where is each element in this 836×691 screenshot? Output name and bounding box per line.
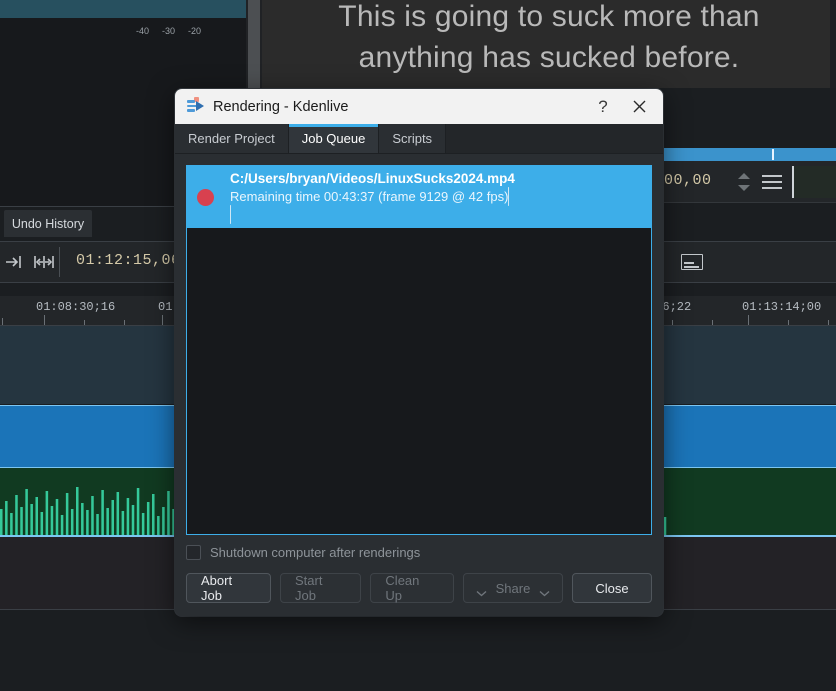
- monitor-scrub-bar[interactable]: [664, 148, 836, 161]
- abort-job-button[interactable]: Abort Job: [186, 573, 271, 603]
- chevron-down-icon-right: [539, 585, 550, 596]
- tabbar-filler: [446, 124, 663, 153]
- job-status-text: Remaining time 00:43:37 (frame 9129 @ 42…: [230, 189, 509, 204]
- ruler-tick: [712, 320, 713, 325]
- undo-history-tab[interactable]: Undo History: [4, 210, 92, 237]
- shutdown-checkbox[interactable]: [186, 545, 201, 560]
- monitor-subtitle-line-1: This is going to suck more than: [338, 0, 760, 33]
- tab-render-project[interactable]: Render Project: [175, 124, 289, 153]
- rendering-dialog: Rendering - Kdenlive ? Render Project Jo…: [175, 89, 663, 616]
- clean-up-button[interactable]: Clean Up: [370, 573, 454, 603]
- shutdown-checkbox-row[interactable]: Shutdown computer after renderings: [186, 545, 652, 560]
- kdenlive-icon: [187, 97, 204, 114]
- ruler-tick: [828, 320, 829, 325]
- monitor-right-edge: [830, 0, 836, 88]
- record-red-dot-icon: [197, 188, 214, 206]
- monitor-toolbar: 00,00: [664, 161, 836, 203]
- spinner-up-down-icon[interactable]: [738, 171, 752, 193]
- share-button-label: Share: [495, 580, 531, 596]
- dialog-titlebar[interactable]: Rendering - Kdenlive ?: [175, 89, 663, 124]
- chevron-down-icon-left: [476, 585, 487, 596]
- shutdown-checkbox-label: Shutdown computer after renderings: [210, 545, 421, 560]
- gap-remove-icon[interactable]: [32, 252, 56, 272]
- subtitle-icon[interactable]: [681, 254, 703, 270]
- ruler-tick: [748, 315, 749, 325]
- panel-splitter[interactable]: [246, 0, 262, 88]
- ruler-tick: [124, 320, 125, 325]
- audio-level-meter: [792, 166, 836, 198]
- ruler-label-0: 01:08:30;16: [36, 300, 116, 314]
- monitor-subtitle-line-2: anything has sucked before.: [358, 41, 740, 74]
- ruler-tick: [788, 320, 789, 325]
- ruler-tick: [2, 318, 3, 325]
- playhead-marker: [772, 149, 774, 160]
- job-details: C:/Users/bryan/Videos/LinuxSucks2024.mp4…: [230, 170, 641, 224]
- hamburger-menu-icon[interactable]: [762, 175, 782, 189]
- project-monitor[interactable]: This is going to suck more than anything…: [262, 0, 836, 88]
- dialog-title: Rendering - Kdenlive: [213, 98, 349, 115]
- close-button[interactable]: Close: [571, 573, 652, 603]
- timeline-bottom-area: [0, 610, 836, 691]
- meter-tick-1: -30: [162, 26, 176, 36]
- ruler-label-3: 01:13:14;00: [742, 300, 822, 314]
- ruler-tick: [84, 320, 85, 325]
- timeline-timecode[interactable]: 01:12:15,06: [76, 252, 181, 269]
- edit-mode-icon[interactable]: [4, 252, 28, 272]
- job-queue-list[interactable]: C:/Users/bryan/Videos/LinuxSucks2024.mp4…: [186, 165, 652, 535]
- dialog-body: C:/Users/bryan/Videos/LinuxSucks2024.mp4…: [175, 154, 663, 535]
- job-list-item[interactable]: C:/Users/bryan/Videos/LinuxSucks2024.mp4…: [187, 166, 651, 228]
- ruler-tick: [672, 320, 673, 325]
- tab-scripts[interactable]: Scripts: [379, 124, 447, 153]
- start-job-button[interactable]: Start Job: [280, 573, 362, 603]
- monitor-timecode[interactable]: 00,00: [664, 172, 712, 189]
- share-button[interactable]: Share: [462, 573, 563, 603]
- meter-tick-2: -20: [188, 26, 202, 36]
- job-file-path: C:/Users/bryan/Videos/LinuxSucks2024.mp4: [230, 171, 515, 186]
- close-icon[interactable]: [621, 92, 657, 122]
- ruler-tick: [162, 315, 163, 325]
- dialog-tabbar: Render Project Job Queue Scripts: [175, 124, 663, 154]
- project-bin-header: [0, 0, 246, 18]
- toolbar-divider: [59, 247, 60, 277]
- dialog-button-row: Abort Job Start Job Clean Up Share Close: [186, 573, 652, 603]
- meter-tick-0: -40: [136, 26, 150, 36]
- tab-job-queue[interactable]: Job Queue: [288, 124, 380, 153]
- help-button[interactable]: ?: [585, 92, 621, 122]
- dialog-footer: Shutdown computer after renderings Abort…: [175, 535, 663, 616]
- ruler-tick: [44, 315, 45, 325]
